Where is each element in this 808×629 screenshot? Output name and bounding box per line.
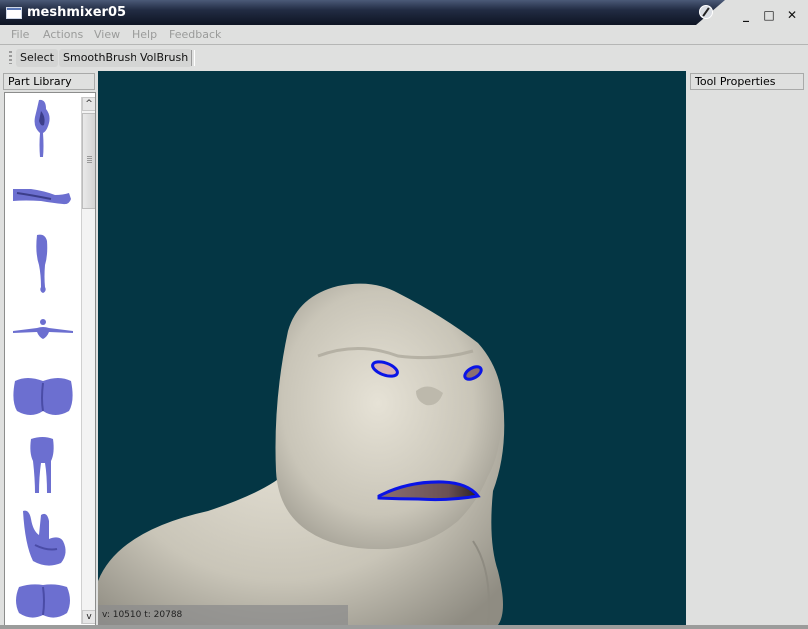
part-library-scrollbar[interactable]: ^ v [81,97,95,624]
part-thumb-arm-horizontal[interactable] [11,177,75,217]
scroll-down-button[interactable]: v [82,610,95,624]
scrollbar-thumb[interactable] [82,113,95,209]
toolbar: Select SmoothBrush VolBrush [0,46,808,70]
part-library-header: Part Library [3,73,95,90]
select-button[interactable]: Select [16,49,58,67]
window-icon[interactable] [6,7,22,19]
menu-help[interactable]: Help [132,28,157,41]
maximize-button[interactable]: □ [762,8,776,22]
minimize-button[interactable]: _ [739,8,753,22]
menu-bar: File Actions View Help Feedback [0,27,808,45]
part-library-list[interactable]: ^ v [4,92,96,627]
app-badge-icon[interactable] [699,5,713,19]
toolbar-grip[interactable] [9,51,12,64]
tool-properties-header: Tool Properties [690,73,804,90]
window-title: meshmixer05 [27,5,127,20]
gorilla-model[interactable] [98,71,686,625]
part-thumb-arm-vertical[interactable] [11,97,75,161]
part-thumb-chest[interactable] [11,581,75,621]
smoothbrush-button[interactable]: SmoothBrush [59,49,142,67]
3d-viewport[interactable]: v: 10510 t: 20788 [98,71,686,625]
title-bar: meshmixer05 _ □ ✕ [0,0,808,27]
close-button[interactable]: ✕ [785,8,799,22]
part-thumb-t-pose-body[interactable] [11,315,75,345]
menu-view[interactable]: View [94,28,120,41]
window-bottom-border [0,625,808,629]
volbrush-button[interactable]: VolBrush [136,49,193,67]
menu-feedback[interactable]: Feedback [169,28,221,41]
part-thumb-hand-gesture[interactable] [11,505,75,569]
part-thumb-legs-pair[interactable] [11,435,75,499]
menu-actions[interactable]: Actions [43,28,83,41]
mesh-stats-status: v: 10510 t: 20788 [98,605,348,625]
part-thumb-buttocks[interactable] [11,373,75,423]
toolbar-separator [191,50,195,66]
tool-properties-panel: Tool Properties [687,71,808,629]
scroll-up-button[interactable]: ^ [82,97,95,111]
menu-file[interactable]: File [11,28,29,41]
part-thumb-leg[interactable] [11,231,75,295]
